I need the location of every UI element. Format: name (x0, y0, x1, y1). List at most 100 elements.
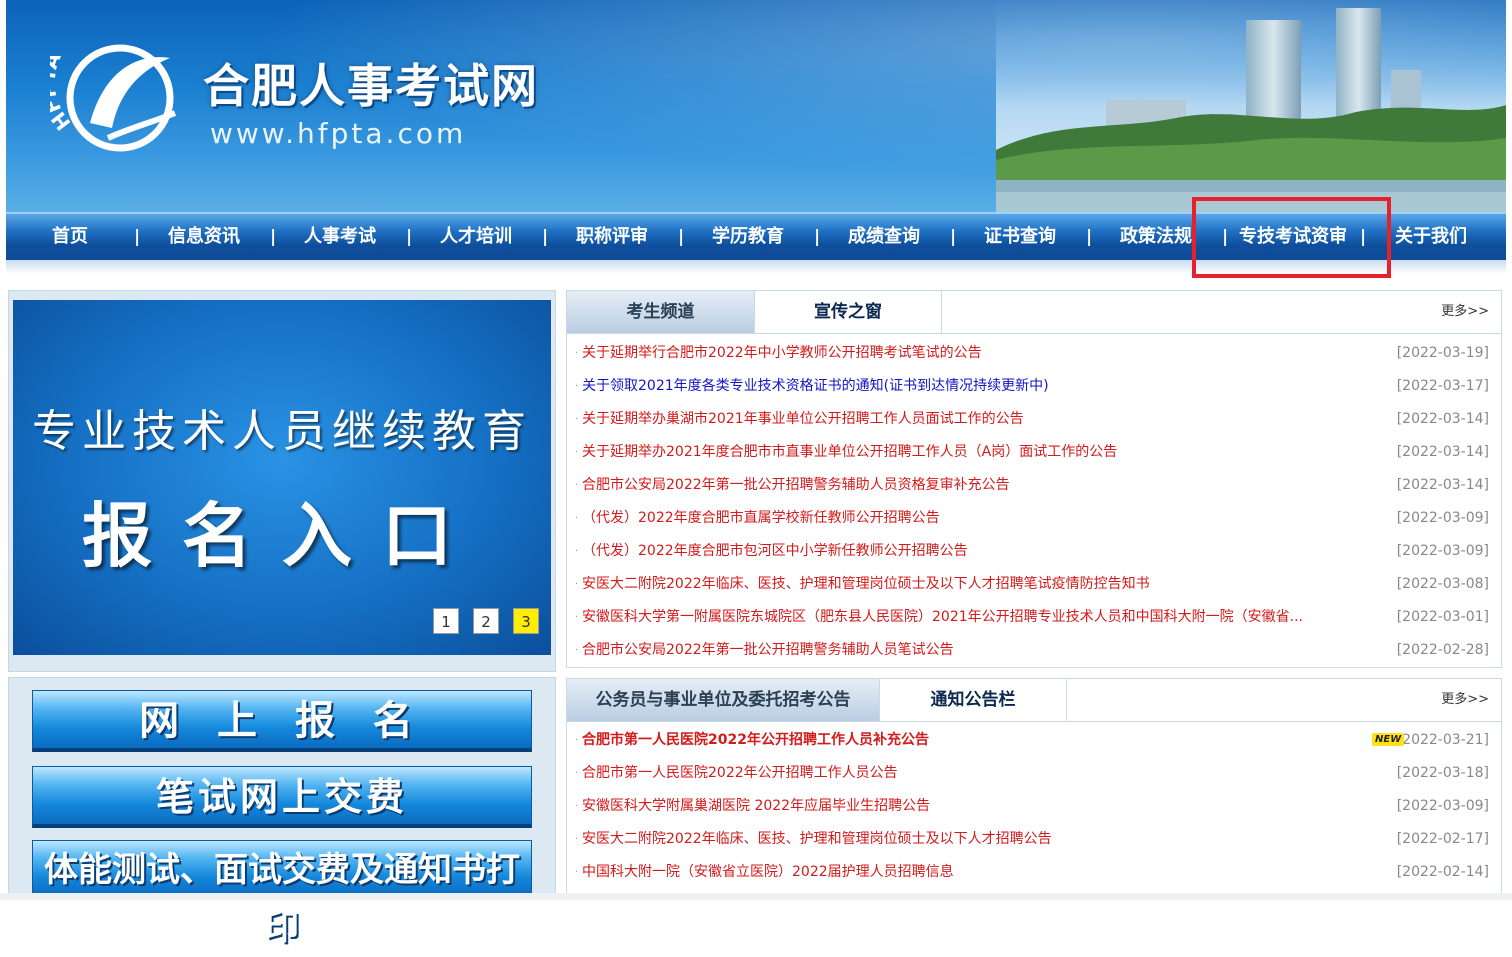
news-title-link[interactable]: 安医大二附院2022年临床、医技、护理和管理岗位硕士及以下人才招聘公告 (582, 823, 1362, 856)
written-exam-fee-button[interactable]: 笔试网上交费 (32, 766, 532, 828)
panel1-tab-bar: 考生频道 宣传之窗 更多>> (567, 291, 1501, 334)
site-header: HFPTA 合肥人事考试网 www.hfpta.com (6, 0, 1506, 212)
continuing-education-banner[interactable]: 专业技术人员继续教育 报名入口 1 2 3 (13, 300, 551, 655)
nav-separator: | (542, 227, 549, 247)
site-url[interactable]: www.hfpta.com (210, 117, 466, 150)
tab-candidate-channel[interactable]: 考生频道 (567, 291, 754, 333)
panel2-more-link[interactable]: 更多>> (1441, 679, 1489, 721)
bullet-icon: · (575, 546, 579, 557)
bullet-icon: · (575, 348, 579, 359)
news-title-link[interactable]: 安徽医科大学第一附属医院东城院区（肥东县人民医院）2021年公开招聘专业技术人员… (582, 601, 1362, 634)
news-item[interactable]: · 合肥市公安局2022年第一批公开招聘警务辅助人员笔试公告 [2022-02-28… (575, 634, 1493, 667)
news-title-link[interactable]: 安徽医科大学附属巢湖医院 2022年应届毕业生招聘公告 (582, 790, 1362, 823)
city-skyline-image (996, 0, 1506, 212)
recruitment-notice-panel: 公务员与事业单位及委托招考公告 通知公告栏 更多>> · 合肥市第一人民医院202… (566, 678, 1502, 900)
news-item[interactable]: · 关于延期举办2021年度合肥市市直事业单位公开招聘工作人员（A岗）面试工作的公… (575, 436, 1493, 469)
nav-certificates[interactable]: 证书查询 (977, 214, 1063, 260)
nav-separator: | (134, 227, 141, 247)
bullet-icon: · (575, 867, 579, 878)
bullet-icon: · (575, 768, 579, 779)
panel2-tab-bar: 公务员与事业单位及委托招考公告 通知公告栏 更多>> (567, 679, 1501, 722)
news-title-link[interactable]: （代发）2022年度合肥市直属学校新任教师公开招聘公告 (582, 502, 1362, 535)
news-title-link[interactable]: 中国科大附一院（安徽省立医院）2022届护理人员招聘信息 (582, 856, 1362, 889)
news-date: [2022-03-01] (1396, 609, 1489, 625)
news-date: [2022-03-19] (1396, 345, 1489, 361)
news-title-link[interactable]: 合肥市公安局2022年第一批公开招聘警务辅助人员笔试公告 (582, 634, 1362, 667)
news-title-link[interactable]: 关于延期举办巢湖市2021年事业单位公开招聘工作人员面试工作的公告 (582, 403, 1362, 436)
bullet-icon: · (575, 480, 579, 491)
news-date: [2022-03-09] (1396, 510, 1489, 526)
site-name[interactable]: 合肥人事考试网 (203, 50, 539, 116)
nav-separator: | (950, 227, 957, 247)
hfpta-logo-icon[interactable]: HFPTA (50, 28, 190, 168)
news-item[interactable]: · 安医大二附院2022年临床、医技、护理和管理岗位硕士及以下人才招聘公告 [202… (575, 823, 1493, 856)
news-date: [2022-02-28] (1396, 642, 1489, 658)
news-date: [2022-03-09] (1396, 543, 1489, 559)
nav-titles[interactable]: 职称评审 (569, 214, 655, 260)
news-title-link[interactable]: 合肥市第一人民医院2022年公开招聘工作人员补充公告 (582, 724, 929, 757)
browser-status-bar (0, 893, 1512, 900)
news-item[interactable]: · 合肥市公安局2022年第一批公开招聘警务辅助人员资格复审补充公告 [2022-0… (575, 469, 1493, 502)
bullet-icon: · (575, 513, 579, 524)
banner-title: 专业技术人员继续教育 (32, 406, 532, 457)
panel1-more-link[interactable]: 更多>> (1441, 291, 1489, 333)
new-badge-icon: NEW (1372, 733, 1405, 746)
news-date: [2022-03-14] (1396, 411, 1489, 427)
news-item[interactable]: · 安医大二附院2022年临床、医技、护理和管理岗位硕士及以下人才招聘笔试疫情防控… (575, 568, 1493, 601)
bullet-icon: · (575, 381, 579, 392)
banner-subtitle: 报名入口 (82, 494, 482, 577)
nav-separator: | (678, 227, 685, 247)
interview-fee-print-button[interactable]: 体能测试、面试交费及通知书打印 (32, 840, 532, 948)
news-date: [2022-03-18] (1396, 765, 1489, 781)
news-item[interactable]: · （代发）2022年度合肥市直属学校新任教师公开招聘公告 [2022-03-09] (575, 502, 1493, 535)
news-title-link[interactable]: 安医大二附院2022年临床、医技、护理和管理岗位硕士及以下人才招聘笔试疫情防控告… (582, 568, 1362, 601)
news-item[interactable]: · 关于领取2021年度各类专业技术资格证书的通知(证书到达情况持续更新中) [20… (575, 370, 1493, 403)
bullet-icon: · (575, 834, 579, 845)
slide-dot-3[interactable]: 3 (513, 608, 539, 634)
news-date: [2022-03-08] (1396, 576, 1489, 592)
nav-education[interactable]: 学历教育 (705, 214, 791, 260)
nav-separator: | (814, 227, 821, 247)
tab-publicity-window[interactable]: 宣传之窗 (754, 291, 942, 333)
nav-policies[interactable]: 政策法规 (1113, 214, 1199, 260)
online-registration-button[interactable]: 网 上 报 名 (32, 690, 532, 752)
news-title-link[interactable]: 关于延期举办2021年度合肥市市直事业单位公开招聘工作人员（A岗）面试工作的公告 (582, 436, 1362, 469)
bullet-icon: · (575, 645, 579, 656)
nav-separator: | (270, 227, 277, 247)
highlight-box (1192, 197, 1391, 278)
news-date: [2022-03-14] (1396, 477, 1489, 493)
bullet-icon: · (575, 414, 579, 425)
news-title-link[interactable]: 合肥市公安局2022年第一批公开招聘警务辅助人员资格复审补充公告 (582, 469, 1362, 502)
news-item[interactable]: · 关于延期举办巢湖市2021年事业单位公开招聘工作人员面试工作的公告 [2022-… (575, 403, 1493, 436)
news-date: [2022-02-17] (1396, 831, 1489, 847)
news-date: [2022-03-09] (1396, 798, 1489, 814)
news-item[interactable]: · 合肥市第一人民医院2022年公开招聘工作人员补充公告 [2022-03-21] N… (575, 724, 1493, 757)
tab-notice-board[interactable]: 通知公告栏 (879, 679, 1067, 721)
news-title-link[interactable]: （代发）2022年度合肥市包河区中小学新任教师公开招聘公告 (582, 535, 1362, 568)
slide-dot-2[interactable]: 2 (473, 608, 499, 634)
nav-about[interactable]: 关于我们 (1388, 214, 1474, 260)
bullet-icon: · (575, 447, 579, 458)
nav-training[interactable]: 人才培训 (433, 214, 519, 260)
nav-exams[interactable]: 人事考试 (297, 214, 383, 260)
tab-civil-servant-recruitment[interactable]: 公务员与事业单位及委托招考公告 (567, 679, 879, 721)
news-date: [2022-03-17] (1396, 378, 1489, 394)
news-item[interactable]: · 中国科大附一院（安徽省立医院）2022届护理人员招聘信息 [2022-02-14… (575, 856, 1493, 889)
news-item[interactable]: · （代发）2022年度合肥市包河区中小学新任教师公开招聘公告 [2022-03-0… (575, 535, 1493, 568)
news-date: [2022-03-21] (1396, 732, 1489, 748)
news-title-link[interactable]: 关于延期举行合肥市2022年中小学教师公开招聘考试笔试的公告 (582, 337, 1362, 370)
news-title-link[interactable]: 合肥市第一人民医院2022年公开招聘工作人员公告 (582, 757, 1362, 790)
bullet-icon: · (575, 612, 579, 623)
news-item[interactable]: · 安徽医科大学第一附属医院东城院区（肥东县人民医院）2021年公开招聘专业技术人… (575, 601, 1493, 634)
slide-dot-1[interactable]: 1 (433, 608, 459, 634)
news-item[interactable]: · 关于延期举行合肥市2022年中小学教师公开招聘考试笔试的公告 [2022-03-… (575, 337, 1493, 370)
news-item[interactable]: · 安徽医科大学附属巢湖医院 2022年应届毕业生招聘公告 [2022-03-09] (575, 790, 1493, 823)
nav-news[interactable]: 信息资讯 (161, 214, 247, 260)
nav-scores[interactable]: 成绩查询 (841, 214, 927, 260)
nav-home[interactable]: 首页 (42, 214, 98, 260)
news-item[interactable]: · 合肥市第一人民医院2022年公开招聘工作人员公告 [2022-03-18] (575, 757, 1493, 790)
nav-separator: | (1086, 227, 1093, 247)
nav-separator: | (406, 227, 413, 247)
candidate-channel-panel: 考生频道 宣传之窗 更多>> · 关于延期举行合肥市2022年中小学教师公开招聘考… (566, 290, 1502, 668)
news-title-link[interactable]: 关于领取2021年度各类专业技术资格证书的通知(证书到达情况持续更新中) (582, 370, 1362, 403)
